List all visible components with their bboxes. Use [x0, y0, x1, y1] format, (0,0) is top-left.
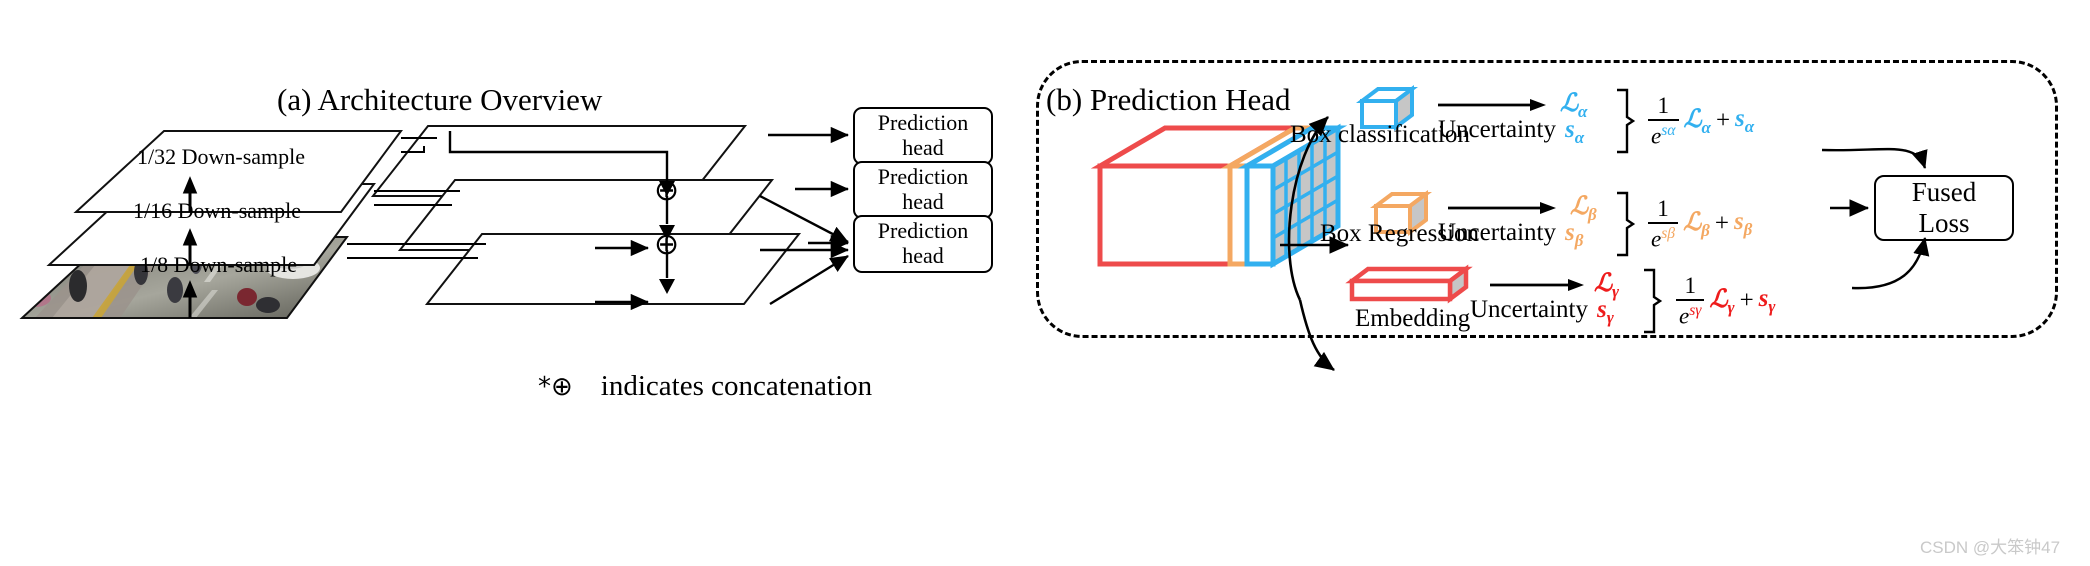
prediction-head-line1: Prediction: [877, 164, 969, 190]
loss-arrow-2: [1448, 202, 1556, 214]
brace-2: [1617, 191, 1636, 257]
prediction-head-box-3[interactable]: Prediction head: [853, 215, 993, 273]
uncertainty-text: Uncertainty: [1438, 219, 1557, 246]
concat-symbol-2: ⊕: [654, 227, 680, 262]
input-feature-stack: [19, 125, 849, 319]
fraction-3: 1 esγ: [1676, 274, 1705, 328]
uncertainty-symbol-s: s: [1565, 116, 1575, 143]
prediction-head-line2: head: [902, 135, 944, 160]
fraction-denominator: esα: [1651, 122, 1676, 149]
formula-plus: +: [1715, 106, 1731, 134]
concat-legend-text: indicates concatenation: [600, 370, 873, 402]
fraction-2: 1 esβ: [1648, 197, 1679, 251]
formula-loss-L: ℒ: [1683, 105, 1702, 133]
fused-formula-alpha: 1 esα ℒα + sα: [1648, 94, 1754, 148]
prediction-head-box-1[interactable]: Prediction head: [853, 107, 993, 165]
uncertainty-label-1: Uncertainty sα: [1438, 116, 1584, 148]
brace-1: [1617, 88, 1636, 154]
loss-arrow-3: [1490, 279, 1584, 291]
uncertainty-sub-alpha: α: [1574, 128, 1585, 147]
fraction-1: 1 esα: [1648, 94, 1679, 148]
diagram-canvas: (a) Architecture Overview ⊕ ⊕ 1/32 Down-…: [0, 0, 2090, 566]
prediction-head-line1: Prediction: [877, 218, 969, 244]
layer-label-1-32: 1/32 Down-sample: [137, 144, 306, 169]
fused-formula-gamma: 1 esγ ℒγ + sγ: [1676, 274, 1775, 328]
prediction-head-line1: Prediction: [877, 110, 969, 136]
concat-legend: *⊕ indicates concatenation: [538, 370, 872, 403]
uncertainty-text: Uncertainty: [1470, 296, 1589, 323]
uncertainty-label-3: Uncertainty sγ: [1470, 296, 1614, 327]
prediction-head-line2: head: [902, 189, 944, 214]
loss-script-L: ℒ: [1560, 90, 1579, 117]
brace-3: [1644, 268, 1663, 334]
prediction-head-line2: head: [902, 243, 944, 268]
fused-loss-arrows: [1821, 147, 1930, 290]
fraction-numerator: 1: [1657, 93, 1670, 118]
fused-formula-beta: 1 esβ ℒβ + sβ: [1648, 197, 1752, 251]
fraction-bar: [1676, 299, 1705, 301]
formula-s: s: [1735, 104, 1745, 132]
prediction-head-box-2[interactable]: Prediction head: [853, 161, 993, 219]
head-feed-arrows: [759, 126, 849, 306]
uncertainty-label-2: Uncertainty sβ: [1438, 219, 1584, 250]
layer-label-1-16: 1/16 Down-sample: [133, 198, 302, 223]
concat-legend-symbol: *⊕: [538, 372, 573, 402]
fraction-bar: [1648, 222, 1679, 224]
fraction-bar: [1648, 119, 1679, 121]
concat-symbol-1: ⊕: [654, 173, 680, 208]
layer-label-1-8: 1/8 Down-sample: [140, 252, 298, 277]
panel-a: (a) Architecture Overview ⊕ ⊕ 1/32 Down-…: [0, 0, 1040, 566]
loss-arrow-1: [1438, 99, 1546, 111]
watermark: CSDN @大笨钟47: [1920, 538, 2061, 557]
embedding-label: Embedding: [1355, 305, 1471, 332]
uncertainty-text: Uncertainty: [1438, 116, 1557, 143]
